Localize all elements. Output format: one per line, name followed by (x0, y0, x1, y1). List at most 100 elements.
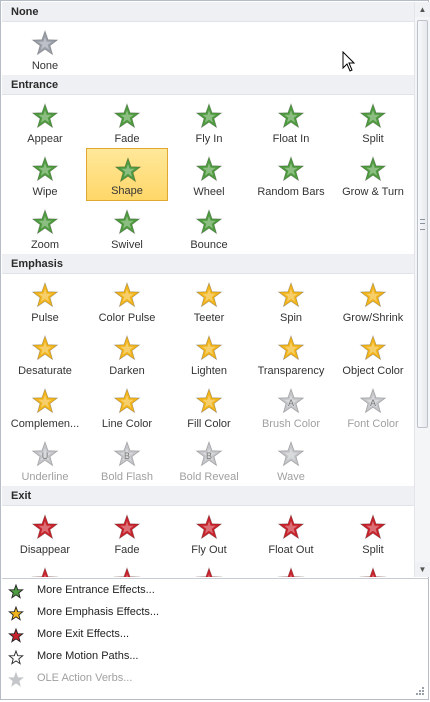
effect-tile[interactable]: Line Color (86, 380, 168, 433)
effect-tile[interactable]: Bounce (168, 201, 250, 254)
effect-tile[interactable]: Wipe (4, 148, 86, 201)
shrink-turn-exit-star-icon (359, 566, 387, 577)
effect-tile: A Brush Color (250, 380, 332, 433)
effect-label: Desaturate (18, 365, 72, 377)
effect-tile[interactable] (4, 559, 86, 577)
effect-tile[interactable] (168, 559, 250, 577)
effect-label: Object Color (342, 365, 404, 377)
svg-text:U: U (42, 451, 49, 461)
scroll-down-arrow[interactable]: ▼ (415, 562, 430, 577)
svg-text:A: A (288, 398, 294, 408)
zoom-star-icon (31, 208, 59, 235)
resize-grip-icon[interactable] (415, 686, 425, 696)
font-color-icon: A (359, 387, 387, 414)
menu-item-label: More Motion Paths... (37, 650, 139, 662)
wipe-star-icon (31, 155, 59, 182)
motion-paths-icon (8, 649, 24, 665)
shape-exit-star-icon (113, 566, 141, 577)
effect-tile[interactable]: Wheel (168, 148, 250, 201)
effect-tile[interactable]: Fill Color (168, 380, 250, 433)
effect-tile[interactable]: Fade (86, 95, 168, 148)
effect-label: Grow/Shrink (342, 312, 404, 324)
emphasis-effects-icon (8, 605, 24, 621)
effect-tile[interactable] (86, 559, 168, 577)
effect-tile[interactable]: Teeter (168, 274, 250, 327)
fade-exit-star-icon (113, 513, 141, 540)
effect-tile[interactable]: Grow/Shrink (332, 274, 414, 327)
menu-item-motion-paths[interactable]: More Motion Paths... (2, 645, 429, 667)
effect-tile[interactable]: Desaturate (4, 327, 86, 380)
effect-tile[interactable]: Spin (250, 274, 332, 327)
effect-label: Pulse (31, 312, 59, 324)
effect-label: Disappear (19, 544, 71, 556)
effect-tile[interactable]: Lighten (168, 327, 250, 380)
effect-label: Spin (279, 312, 303, 324)
menu-item-label: OLE Action Verbs... (37, 672, 133, 684)
effect-tile[interactable]: Split (332, 95, 414, 148)
effect-tile[interactable]: Grow & Turn (332, 148, 414, 201)
effect-tile[interactable] (250, 559, 332, 577)
transparency-star-icon (277, 334, 305, 361)
effect-tile[interactable]: Shape (86, 148, 168, 201)
menu-item-emphasis-effects[interactable]: More Emphasis Effects... (2, 601, 429, 623)
entrance-effects-icon (8, 583, 24, 599)
desaturate-star-icon (31, 334, 59, 361)
menu-item-exit-effects[interactable]: More Exit Effects... (2, 623, 429, 645)
teeter-star-icon (195, 281, 223, 308)
effect-tile[interactable]: Color Pulse (86, 274, 168, 327)
effect-tile[interactable]: Transparency (250, 327, 332, 380)
effect-label: Fade (114, 133, 140, 145)
line-color-star-icon (113, 387, 141, 414)
effect-tile: Wave (250, 433, 332, 486)
shape-star-icon (114, 156, 142, 183)
mouse-pointer-icon (342, 51, 356, 72)
grow-turn-star-icon (359, 155, 387, 182)
effect-tile: B Bold Flash (86, 433, 168, 486)
effect-tile[interactable]: Object Color (332, 327, 414, 380)
effect-label: Swivel (111, 239, 143, 251)
menu-item-entrance-effects[interactable]: More Entrance Effects... (2, 579, 429, 601)
effect-tile[interactable]: Random Bars (250, 148, 332, 201)
pulse-star-icon (31, 281, 59, 308)
scrollbar-thumb[interactable] (417, 20, 428, 428)
effects-grid-exit: Disappear Fade Fly Out Float Out Split (2, 506, 414, 577)
effect-label: Fly Out (191, 544, 227, 556)
underline-icon: U (31, 440, 59, 467)
effect-tile[interactable]: Zoom (4, 201, 86, 254)
gallery-scrollbar[interactable]: ▲ ▼ (414, 2, 430, 577)
effect-label: Transparency (257, 365, 325, 377)
effect-tile[interactable]: Split (332, 506, 414, 559)
effect-tile[interactable] (332, 559, 414, 577)
effect-label: Grow & Turn (342, 186, 404, 198)
effect-label: Bold Reveal (179, 471, 239, 483)
effect-tile[interactable]: Fly Out (168, 506, 250, 559)
effect-label: Wheel (193, 186, 225, 198)
svg-text:A: A (370, 398, 376, 408)
effect-tile[interactable]: Fade (86, 506, 168, 559)
effect-label: Color Pulse (98, 312, 156, 324)
effect-tile[interactable]: Disappear (4, 506, 86, 559)
effect-tile[interactable]: None (4, 22, 86, 75)
effect-label: Bounce (190, 239, 228, 251)
section-header-emphasis: Emphasis (2, 254, 414, 274)
split-star-icon (359, 102, 387, 129)
fly-out-star-icon (195, 513, 223, 540)
effect-tile[interactable]: Float Out (250, 506, 332, 559)
effect-tile[interactable]: Fly In (168, 95, 250, 148)
scroll-up-arrow[interactable]: ▲ (415, 2, 430, 17)
effect-tile[interactable]: Appear (4, 95, 86, 148)
darken-star-icon (113, 334, 141, 361)
effect-tile[interactable]: Swivel (86, 201, 168, 254)
effect-tile[interactable]: Pulse (4, 274, 86, 327)
disappear-star-icon (31, 513, 59, 540)
float-out-star-icon (277, 513, 305, 540)
appear-star-icon (31, 102, 59, 129)
svg-text:B: B (124, 451, 130, 461)
section-header-exit: Exit (2, 486, 414, 506)
effect-label: Teeter (193, 312, 225, 324)
effect-tile[interactable]: Darken (86, 327, 168, 380)
effect-label: Brush Color (261, 418, 321, 430)
ole-action-verbs-icon (8, 671, 24, 687)
effect-tile[interactable]: Complemen... (4, 380, 86, 433)
effect-tile[interactable]: Float In (250, 95, 332, 148)
